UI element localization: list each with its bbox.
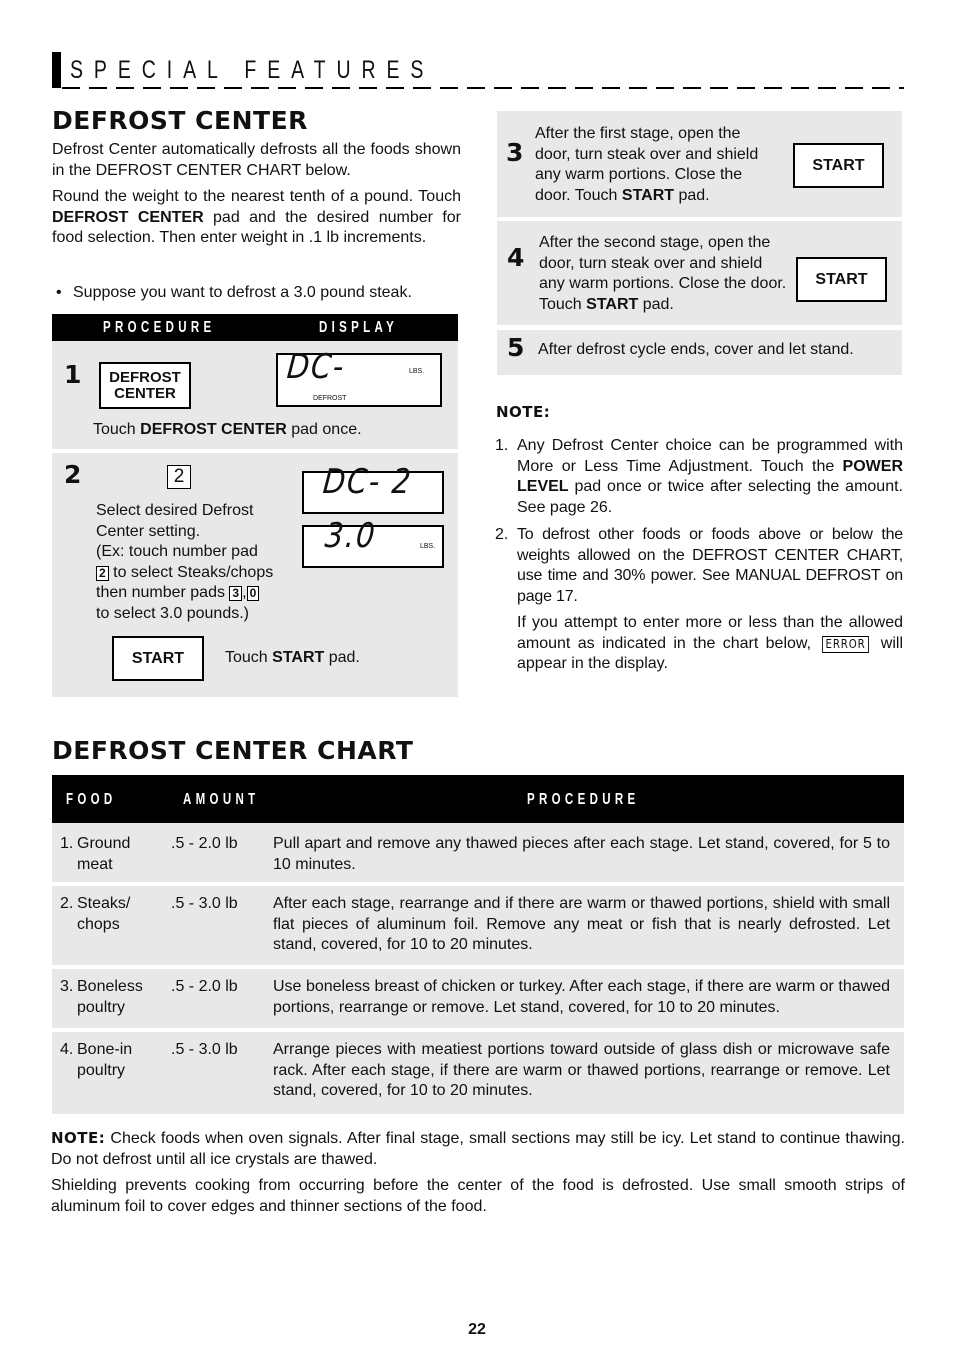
note-heading: NOTE: [496, 403, 551, 421]
number-pad-2-inline: 2 [96, 565, 109, 581]
bottom-note-label: NOTE: [51, 1129, 106, 1147]
step-number: 2 [64, 460, 82, 489]
number-pad-0-inline: 0 [246, 586, 260, 601]
step-5-panel: 5 After defrost cycle ends, cover and le… [497, 330, 902, 375]
step-4-instruction: After the second stage, open the door, t… [539, 234, 787, 313]
display-indicator: DEFROST [313, 395, 347, 402]
defrost-center-heading: DEFROST CENTER [52, 106, 308, 135]
display-panel-step2-weight: 3.0 LBS. [302, 516, 444, 568]
step-2-instruction: Select desired Defrost Center setting. (… [96, 502, 274, 622]
step-4-panel: 4 After the second stage, open the door,… [497, 221, 902, 325]
step-number: 5 [507, 333, 525, 362]
food-number: 1. [60, 835, 74, 852]
step-3-instruction: After the first stage, open the door, tu… [535, 125, 759, 204]
table-row: 1. Ground meat .5 - 2.0 lb Pull apart and… [52, 823, 904, 882]
bullet-icon: • [56, 284, 62, 301]
chart-heading: DEFROST CENTER CHART [52, 736, 414, 765]
note-item-2-number: 2. [495, 526, 509, 543]
note-item-1-number: 1. [495, 437, 509, 454]
procedure-column-label: PROCEDURE [103, 319, 216, 336]
display-readout: DC- 2 [321, 462, 414, 502]
food-name: Boneless poultry [77, 978, 143, 1016]
weight-paragraph: Round the weight to the nearest tenth of… [52, 188, 462, 246]
step-1-instruction: Touch DEFROST CENTER pad once. [93, 421, 362, 438]
display-column-label: DISPLAY [319, 319, 399, 336]
step-3-panel: 3 After the first stage, open the door, … [497, 111, 902, 217]
section-title: SPECIAL FEATURES [70, 56, 435, 84]
food-number: 2. [60, 895, 74, 912]
error-display: ERROR [822, 635, 870, 653]
food-name: Ground meat [77, 835, 131, 873]
example-bullet: Suppose you want to defrost a 3.0 pound … [73, 284, 412, 301]
column-header-food: FOOD [66, 791, 117, 808]
number-pad-3-inline: 3 [229, 586, 243, 601]
step-1-panel: 1 DEFROST CENTER DC- LBS. DEFROST Touch D… [52, 341, 458, 449]
procedure: Pull apart and remove any thawed pieces … [273, 835, 890, 873]
display-unit: LBS. [420, 543, 436, 550]
amount: .5 - 2.0 lb [171, 835, 238, 852]
procedure-display-header: PROCEDURE DISPLAY [52, 314, 458, 341]
bottom-note: NOTE: Check foods when oven signals. Aft… [51, 1129, 905, 1168]
amount: .5 - 2.0 lb [171, 978, 238, 995]
step-5-instruction: After defrost cycle ends, cover and let … [538, 341, 854, 358]
step-number: 4 [507, 243, 525, 272]
display-readout: DC- [285, 347, 347, 387]
shielding-paragraph: Shielding prevents cooking from occurrin… [51, 1177, 905, 1215]
table-row: 4. Bone-in poultry .5 - 3.0 lb Arrange pi… [52, 1032, 904, 1114]
table-row: 2. Steaks/chops .5 - 3.0 lb After each s… [52, 886, 904, 965]
header-bar-decoration [52, 52, 61, 88]
start-pad[interactable]: START [796, 257, 887, 302]
chart-header-row: FOOD AMOUNT PROCEDURE [52, 775, 904, 823]
procedure: After each stage, rearrange and if there… [273, 895, 890, 953]
display-panel-step1: DC- LBS. DEFROST [276, 347, 442, 407]
intro-paragraph: Defrost Center automatically defrosts al… [52, 141, 461, 179]
food-name: Steaks/chops [77, 895, 131, 933]
display-readout: 3.0 [323, 516, 378, 556]
defrost-center-pad[interactable]: DEFROST CENTER [99, 362, 191, 409]
step-2-panel: 2 2 Select desired Defrost Center settin… [52, 453, 458, 697]
start-pad[interactable]: START [112, 636, 204, 681]
page-number: 22 [468, 1321, 486, 1338]
step-number: 3 [506, 138, 524, 167]
food-number: 4. [60, 1041, 74, 1058]
food-name: Bone-in poultry [77, 1041, 133, 1079]
procedure: Use boneless breast of chicken or turkey… [273, 978, 890, 1016]
step-number: 1 [64, 360, 82, 389]
amount: .5 - 3.0 lb [171, 895, 238, 912]
display-panel-step2-program: DC- 2 [302, 462, 444, 514]
header-dashed-rule [62, 87, 904, 89]
column-header-procedure: PROCEDURE [527, 791, 640, 808]
start-instruction: Touch START pad. [225, 649, 360, 666]
amount: .5 - 3.0 lb [171, 1041, 238, 1058]
note-item-2: To defrost other foods or foods above or… [517, 526, 903, 605]
food-number: 3. [60, 978, 74, 995]
number-pad-2[interactable]: 2 [167, 465, 191, 489]
start-pad[interactable]: START [793, 143, 884, 188]
note-item-2-error: If you attempt to enter more or less tha… [517, 614, 904, 672]
table-row: 3. Boneless poultry .5 - 2.0 lb Use bonel… [52, 969, 904, 1028]
note-item-1: Any Defrost Center choice can be program… [517, 437, 903, 516]
display-unit: LBS. [409, 368, 425, 375]
procedure: Arrange pieces with meatiest portions to… [273, 1041, 890, 1099]
column-header-amount: AMOUNT [183, 791, 260, 808]
